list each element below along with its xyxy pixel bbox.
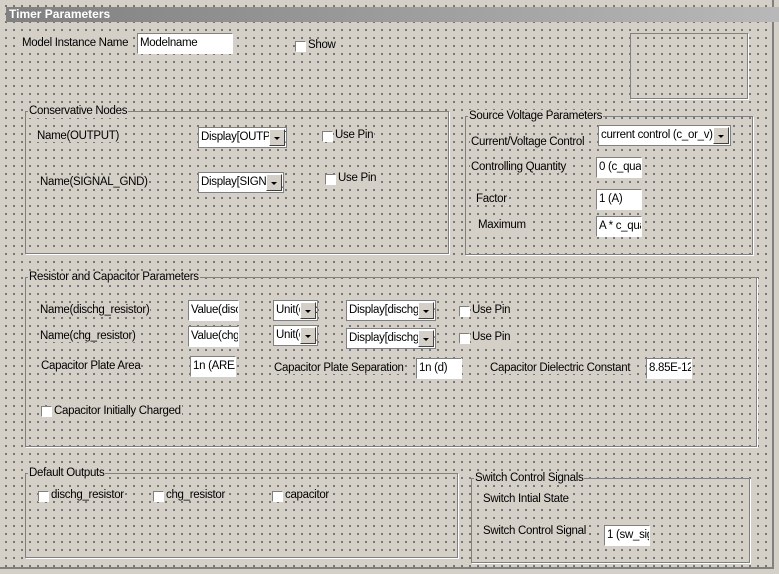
display-signal-gnd-select[interactable]: Display[SIGNAL_GND]	[198, 172, 284, 193]
capacitor-dielectric-input[interactable]: 8.85E-12	[646, 358, 692, 379]
capacitor-plate-area-label: Capacitor Plate Area	[40, 360, 142, 372]
maximum-label: Maximum	[477, 219, 527, 231]
preview-box	[630, 33, 748, 99]
chevron-down-icon[interactable]	[300, 302, 316, 319]
chevron-down-icon[interactable]	[713, 127, 729, 144]
chevron-down-icon[interactable]	[418, 330, 434, 347]
output-chg-resistor-checkbox[interactable]	[153, 491, 164, 502]
group-title: Switch Control Signals	[474, 472, 585, 485]
capacitor-initially-charged-label: Capacitor Initially Charged	[53, 405, 182, 417]
use-pin-signal-gnd-checkbox[interactable]	[325, 174, 336, 185]
use-pin-label: Use Pin	[334, 129, 375, 141]
name-dischg-resistor-label: Name(dischg_resistor)	[39, 304, 151, 316]
controlling-quantity-input[interactable]: 0 (c_quan)	[596, 157, 642, 178]
switch-initial-state-label: Switch Intial State	[482, 493, 570, 505]
current-voltage-control-label: Current/Voltage Control	[470, 136, 586, 148]
model-instance-name-input[interactable]: Modelname	[137, 33, 233, 54]
name-signal-gnd-label: Name(SIGNAL_GND)	[39, 176, 149, 188]
switch-control-signal-label: Switch Control Signal	[482, 525, 588, 537]
capacitor-plate-separation-label: Capacitor Plate Separation	[273, 362, 405, 374]
use-pin-chg-checkbox[interactable]	[459, 333, 470, 344]
use-pin-label: Use Pin	[471, 304, 512, 316]
maximum-input[interactable]: A * c_quan	[596, 216, 642, 237]
group-title: Source Voltage Parameters	[468, 110, 604, 123]
capacitor-dielectric-label: Capacitor Dielectric Constant	[489, 362, 632, 374]
name-chg-resistor-label: Name(chg_resistor)	[39, 330, 137, 342]
output-label: chg_resistor	[165, 489, 227, 501]
show-checkbox[interactable]	[295, 41, 306, 52]
show-label: Show	[307, 39, 337, 51]
capacitor-plate-separation-input[interactable]: 1n (d)	[416, 358, 462, 379]
title-bar: Timer Parameters	[6, 7, 779, 22]
display-output-select[interactable]: Display[OUTPUT]	[198, 127, 287, 148]
name-output-label: Name(OUTPUT)	[36, 130, 121, 142]
group-title: Default Outputs	[28, 467, 106, 480]
switch-control-group: Switch Control Signals	[471, 472, 750, 563]
value-chg-resistor-input[interactable]: Value(chg_resistor)	[188, 326, 239, 347]
chevron-down-icon[interactable]	[300, 327, 316, 344]
chevron-down-icon[interactable]	[418, 302, 434, 319]
switch-control-signal-input[interactable]: 1 (sw_sig)	[604, 525, 650, 546]
unit-chg-resistor-select[interactable]: Unit(chg_resistor)	[273, 325, 318, 346]
use-pin-label: Use Pin	[337, 172, 378, 184]
factor-label: Factor	[475, 193, 508, 205]
use-pin-output-checkbox[interactable]	[322, 131, 333, 142]
default-outputs-group: Default Outputs	[25, 467, 458, 558]
use-pin-dischg-checkbox[interactable]	[459, 306, 470, 317]
use-pin-label: Use Pin	[471, 331, 512, 343]
chevron-down-icon[interactable]	[269, 129, 285, 146]
controlling-quantity-label: Controlling Quantity	[470, 161, 567, 173]
output-label: dischg_resistor	[50, 489, 125, 501]
output-dischg-resistor-checkbox[interactable]	[38, 491, 49, 502]
value-dischg-resistor-input[interactable]: Value(dischg_resistor)	[188, 300, 239, 321]
capacitor-initially-charged-checkbox[interactable]	[41, 406, 52, 417]
current-voltage-control-select[interactable]: current control (c_or_v)	[598, 125, 731, 146]
group-title: Resistor and Capacitor Parameters	[28, 271, 200, 284]
capacitor-plate-area-input[interactable]: 1n (AREA)	[190, 356, 236, 377]
display-chg-resistor-select[interactable]: Display[dischg_resistor]	[346, 328, 436, 349]
display-dischg-resistor-select[interactable]: Display[dischg_resistor]	[346, 300, 436, 321]
select-value: current control (c_or_v)	[601, 129, 713, 141]
output-label: capacitor	[284, 489, 330, 501]
output-capacitor-checkbox[interactable]	[272, 491, 283, 502]
factor-input[interactable]: 1 (A)	[596, 189, 642, 210]
group-title: Conservative Nodes	[28, 105, 129, 118]
unit-dischg-resistor-select[interactable]: Unit(dischg_resistor)	[273, 300, 318, 321]
model-instance-name-label: Model Instance Name	[21, 37, 130, 49]
chevron-down-icon[interactable]	[266, 174, 282, 191]
